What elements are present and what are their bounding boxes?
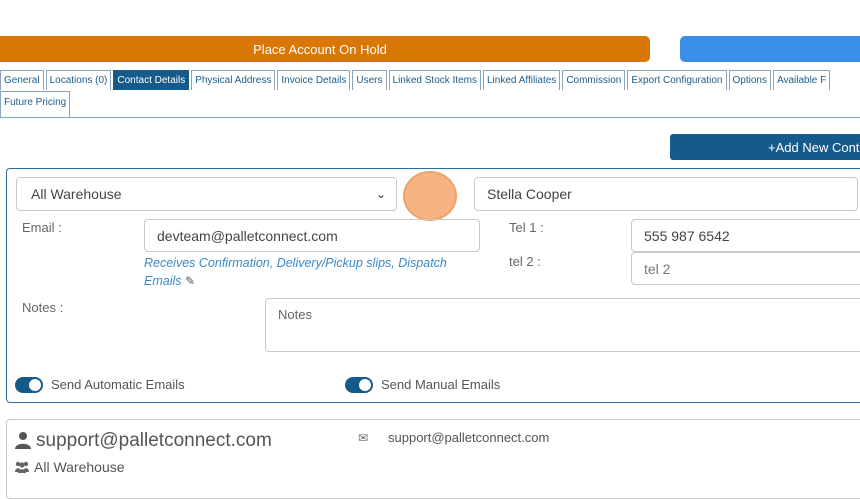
warehouse-select[interactable]: All Warehouse ⌄ xyxy=(16,177,397,211)
auto-emails-label: Send Automatic Emails xyxy=(51,377,185,392)
edit-icon[interactable]: ✎ xyxy=(185,274,195,288)
tel2-input[interactable]: tel 2 xyxy=(631,252,860,285)
tab-locations[interactable]: Locations (0) xyxy=(45,70,112,90)
email-hint[interactable]: Receives Confirmation, Delivery/Pickup s… xyxy=(144,254,474,290)
tab-users[interactable]: Users xyxy=(352,70,387,90)
manual-emails-label: Send Manual Emails xyxy=(381,377,501,392)
chevron-down-icon: ⌄ xyxy=(375,187,386,201)
user-icon xyxy=(14,431,32,454)
tab-commission[interactable]: Commission xyxy=(562,70,626,90)
email-label: Email : xyxy=(22,220,62,235)
tab-physical-address[interactable]: Physical Address xyxy=(191,70,276,90)
contact-card-group: All Warehouse xyxy=(34,459,125,475)
tab-bar: General Locations (0) Contact Details Ph… xyxy=(0,70,860,117)
add-new-contact-button[interactable]: +Add New Contact xyxy=(670,134,860,160)
tel1-input[interactable]: 555 987 6542 xyxy=(631,219,860,252)
notes-label: Notes : xyxy=(22,300,64,315)
tel2-label: tel 2 : xyxy=(509,254,541,269)
envelope-icon: ✉ xyxy=(358,431,369,445)
users-group-icon xyxy=(14,461,30,476)
blue-action-button[interactable] xyxy=(680,36,860,62)
tab-options[interactable]: Options xyxy=(728,70,771,90)
email-input[interactable]: devteam@palletconnect.com xyxy=(144,219,480,252)
cursor-indicator xyxy=(403,171,457,221)
tab-general[interactable]: General xyxy=(0,70,44,90)
tel1-label: Tel 1 : xyxy=(509,220,544,235)
place-on-hold-label: Place Account On Hold xyxy=(253,41,387,57)
toggle-knob xyxy=(29,379,41,391)
tab-future-pricing[interactable]: Future Pricing xyxy=(0,91,71,117)
add-new-contact-label: +Add New Contact xyxy=(768,139,860,155)
tab-contact-details[interactable]: Contact Details xyxy=(113,70,190,90)
notes-textarea[interactable]: Notes xyxy=(265,298,860,352)
place-on-hold-button[interactable]: Place Account On Hold xyxy=(0,36,650,62)
tab-linked-stock-items[interactable]: Linked Stock Items xyxy=(388,70,481,90)
tab-available[interactable]: Available F xyxy=(772,70,831,90)
warehouse-select-value: All Warehouse xyxy=(31,186,122,202)
tab-linked-affiliates[interactable]: Linked Affiliates xyxy=(483,70,561,90)
tab-invoice-details[interactable]: Invoice Details xyxy=(277,70,351,90)
contact-card-title: support@palletconnect.com xyxy=(36,430,272,451)
contact-card-email: support@palletconnect.com xyxy=(388,430,550,445)
tab-export-configuration[interactable]: Export Configuration xyxy=(627,70,727,90)
tab-divider xyxy=(0,117,860,118)
auto-emails-toggle[interactable] xyxy=(15,377,43,393)
contact-name-input[interactable]: Stella Cooper xyxy=(474,177,858,211)
manual-emails-toggle[interactable] xyxy=(345,377,373,393)
toggle-knob xyxy=(359,379,371,391)
